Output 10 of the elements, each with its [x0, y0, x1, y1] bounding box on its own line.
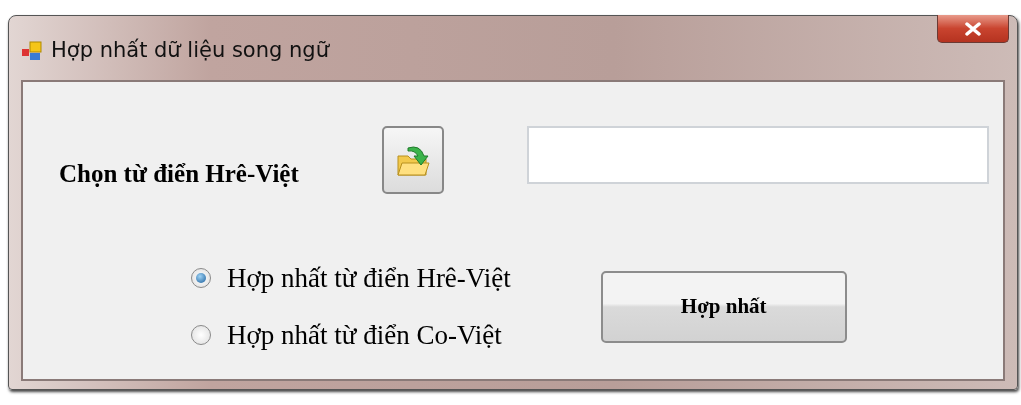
- merge-button[interactable]: Hợp nhất: [600, 270, 847, 343]
- close-icon: [964, 21, 982, 36]
- window-title: Hợp nhất dữ liệu song ngữ: [51, 38, 329, 62]
- radio-button[interactable]: [191, 268, 211, 288]
- app-icon: [21, 40, 43, 62]
- dictionary-label: Chọn từ điển Hrê-Việt: [59, 160, 300, 189]
- open-folder-button[interactable]: [381, 126, 444, 194]
- radio-button[interactable]: [191, 325, 211, 345]
- close-button[interactable]: [937, 15, 1009, 43]
- file-path-field[interactable]: [526, 126, 989, 184]
